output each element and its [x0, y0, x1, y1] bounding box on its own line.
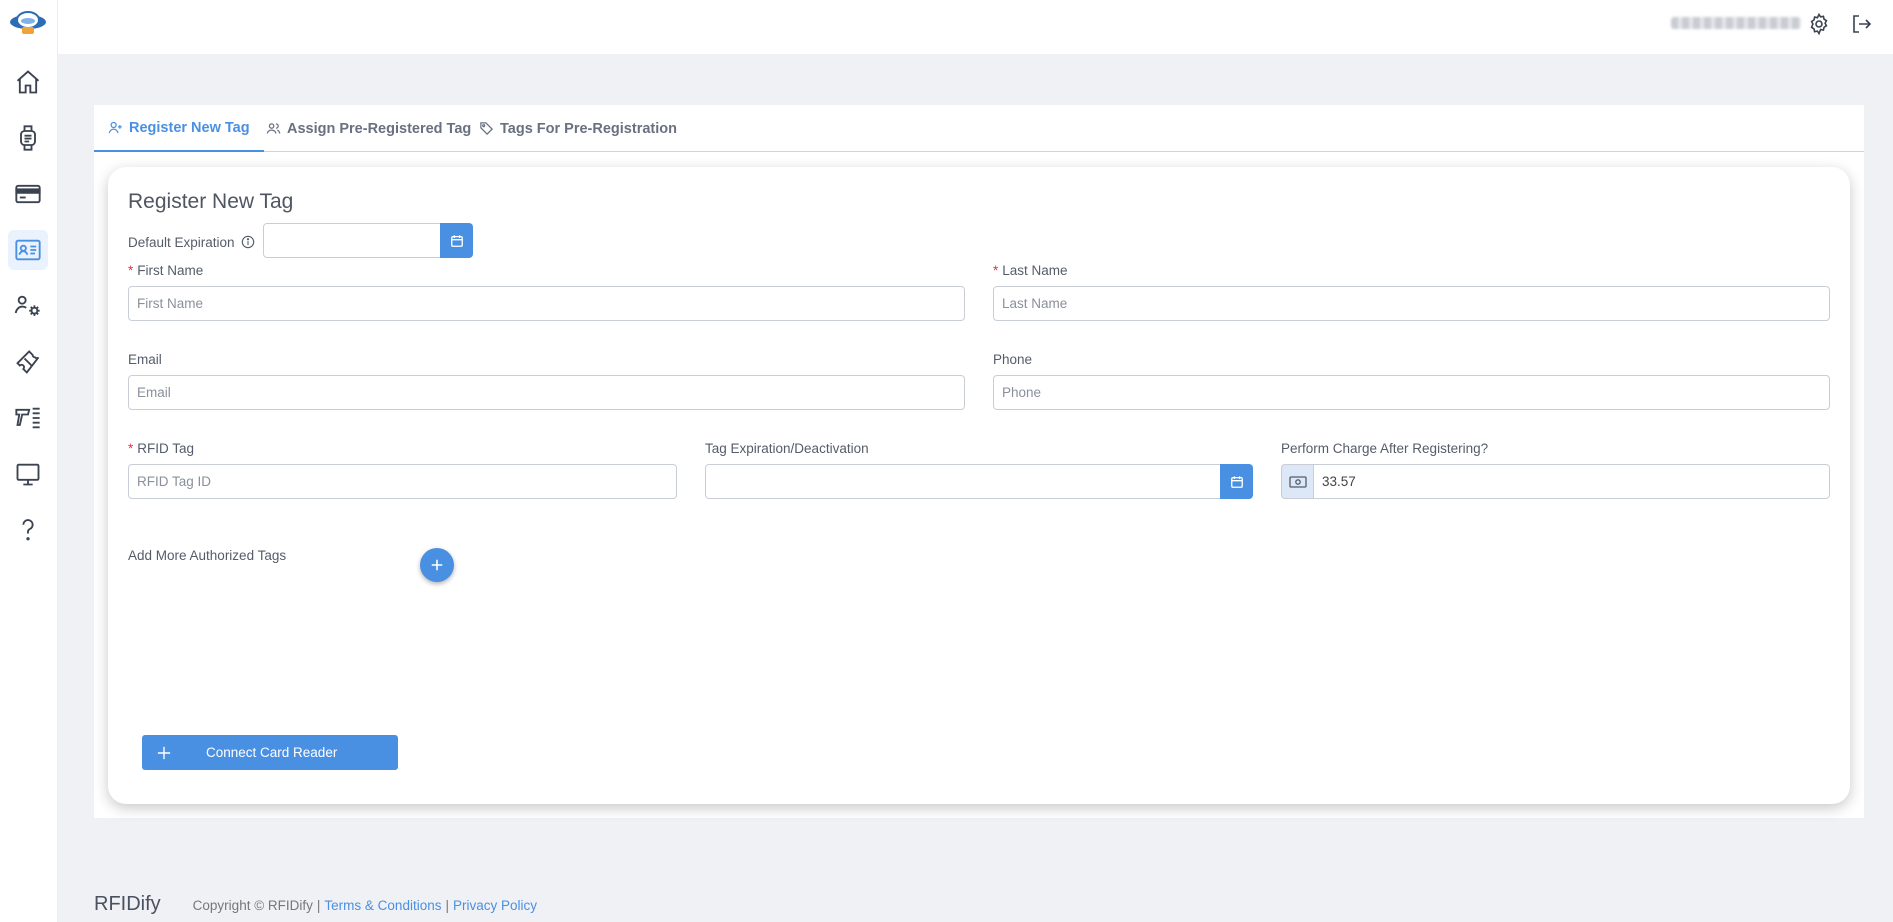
last-name-label: * Last Name — [993, 263, 1068, 278]
monitor-icon — [16, 463, 40, 486]
calendar-icon — [450, 234, 463, 247]
user-plus-icon — [108, 121, 122, 134]
privacy-link[interactable]: Privacy Policy — [453, 898, 537, 913]
tab-label: Tags For Pre-Registration — [500, 120, 677, 137]
main-panel: Register New Tag Assign Pre-Registered T… — [94, 105, 1864, 818]
perform-charge-label: Perform Charge After Registering? — [1281, 441, 1489, 456]
default-expiration-label: Default Expiration — [128, 235, 255, 250]
credit-card-icon — [15, 184, 41, 204]
logout-icon[interactable] — [1849, 12, 1873, 36]
add-more-tags-button[interactable] — [420, 548, 454, 582]
sidebar-item-tickets[interactable] — [8, 342, 48, 382]
plus-icon — [142, 746, 186, 760]
app-logo[interactable] — [8, 7, 48, 37]
rfid-tag-label: * RFID Tag — [128, 441, 194, 456]
sidebar-item-wearables[interactable] — [8, 118, 48, 158]
email-label: Email — [128, 352, 162, 367]
sidebar-item-payments[interactable] — [8, 174, 48, 214]
tab-label: Assign Pre-Registered Tag — [287, 120, 472, 137]
phone-input[interactable] — [993, 375, 1830, 410]
register-form-card: Register New Tag Default Expiration * Fir… — [108, 167, 1850, 804]
sidebar-item-help[interactable] — [8, 510, 48, 550]
logo-icon — [10, 11, 46, 34]
tag-expiration-label: Tag Expiration/Deactivation — [705, 441, 869, 456]
last-name-label-text: Last Name — [1002, 263, 1068, 278]
add-more-tags-label: Add More Authorized Tags — [128, 548, 287, 563]
tab-assign-pre-registered-tag[interactable]: Assign Pre-Registered Tag — [252, 105, 485, 152]
default-expiration-input[interactable] — [263, 223, 441, 258]
rfid-tag-label-text: RFID Tag — [137, 441, 195, 456]
user-settings-icon — [14, 295, 40, 316]
sidebar-item-scanners[interactable] — [8, 398, 48, 438]
footer-separator: | — [445, 898, 449, 913]
scanner-icon — [15, 407, 40, 429]
rfid-tag-input[interactable] — [128, 464, 677, 499]
money-icon — [1289, 475, 1307, 488]
ticket-icon — [16, 350, 40, 374]
tab-bar: Register New Tag Assign Pre-Registered T… — [94, 105, 1864, 152]
form-title: Register New Tag — [128, 190, 294, 213]
tag-expiration-input[interactable] — [705, 464, 1221, 499]
default-expiration-calendar-button[interactable] — [440, 223, 473, 258]
plus-icon — [431, 559, 443, 571]
default-expiration-label-text: Default Expiration — [128, 235, 235, 250]
footer-copyright: Copyright © RFIDify — [192, 898, 313, 913]
charge-amount-input[interactable] — [1313, 464, 1830, 499]
info-icon[interactable] — [241, 235, 255, 249]
sidebar-item-display[interactable] — [8, 454, 48, 494]
user-email-redacted — [1671, 17, 1801, 29]
required-mark: * — [128, 263, 134, 278]
email-input[interactable] — [128, 375, 965, 410]
calendar-icon — [1230, 475, 1243, 488]
connect-card-reader-label: Connect Card Reader — [206, 745, 338, 760]
footer-separator: | — [316, 898, 321, 913]
sidebar — [0, 0, 58, 922]
tab-tags-for-pre-registration[interactable]: Tags For Pre-Registration — [465, 105, 691, 152]
smartwatch-icon — [20, 125, 36, 151]
tab-register-new-tag[interactable]: Register New Tag — [94, 105, 264, 152]
first-name-label-text: First Name — [137, 263, 204, 278]
required-mark: * — [128, 441, 134, 456]
users-icon — [266, 123, 281, 134]
footer: RFIDify Copyright © RFIDify | Terms & Co… — [94, 893, 537, 916]
gear-icon[interactable] — [1807, 12, 1831, 36]
tag-icon — [480, 122, 494, 136]
first-name-label: * First Name — [128, 263, 203, 278]
tab-label: Register New Tag — [129, 119, 250, 136]
top-bar — [58, 0, 1893, 54]
tag-expiration-calendar-button[interactable] — [1220, 464, 1253, 499]
charge-addon — [1281, 464, 1314, 499]
phone-label: Phone — [993, 352, 1033, 367]
footer-brand: RFIDify — [94, 893, 161, 915]
first-name-input[interactable] — [128, 286, 965, 321]
help-icon — [22, 519, 34, 541]
terms-link[interactable]: Terms & Conditions — [324, 898, 441, 913]
sidebar-item-user-management[interactable] — [8, 286, 48, 326]
home-icon — [16, 70, 40, 94]
required-mark: * — [993, 263, 999, 278]
last-name-input[interactable] — [993, 286, 1830, 321]
connect-card-reader-button[interactable]: Connect Card Reader — [142, 735, 398, 770]
sidebar-item-register[interactable] — [8, 230, 48, 270]
id-card-icon — [15, 239, 41, 261]
sidebar-item-home[interactable] — [8, 62, 48, 102]
